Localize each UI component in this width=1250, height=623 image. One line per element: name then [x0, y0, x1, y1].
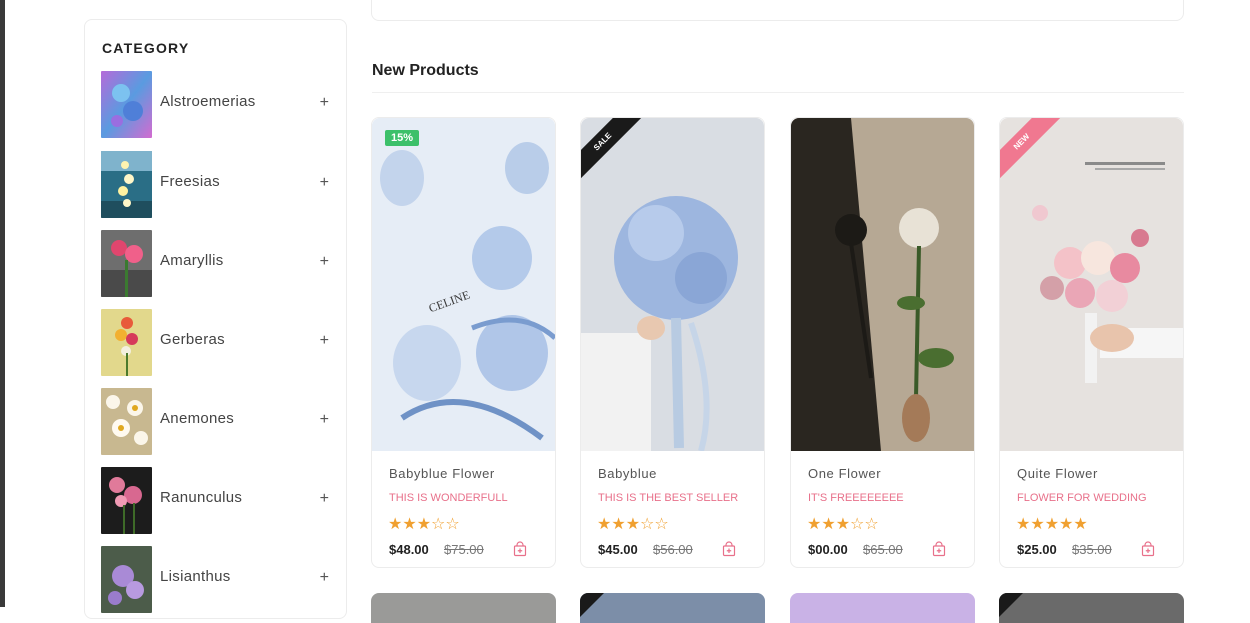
category-thumbnail — [101, 546, 152, 613]
divider — [372, 92, 1184, 93]
category-thumbnail — [101, 309, 152, 376]
sidebar-item-label: Lisianthus — [160, 568, 231, 585]
product-subtitle: IT'S FREEEEEEEE — [808, 492, 904, 504]
cart-icon[interactable] — [721, 541, 737, 557]
product-price: $48.00 — [389, 542, 429, 557]
product-old-price: $65.00 — [863, 542, 903, 557]
sale-ribbon: SALE — [581, 118, 651, 188]
product-old-price: $56.00 — [653, 542, 693, 557]
sale-ribbon — [580, 593, 604, 617]
product-image[interactable]: SALE — [581, 118, 764, 451]
star-rating: ★★★☆☆ — [597, 516, 669, 533]
category-thumbnail — [101, 467, 152, 534]
sidebar-item-label: Freesias — [160, 173, 220, 190]
discount-badge: 15% — [385, 130, 420, 146]
product-card[interactable]: CELINE 15% Babyblue Flower THIS IS WONDE… — [371, 117, 556, 568]
product-price: $25.00 — [1017, 542, 1057, 557]
cart-icon[interactable] — [1140, 541, 1156, 557]
sidebar-item-label: Amaryllis — [160, 252, 224, 269]
product-name[interactable]: Babyblue Flower — [389, 466, 495, 481]
sidebar-item-label: Gerberas — [160, 331, 225, 348]
category-sidebar: CATEGORY Alstroemerias + Freesias + Amar… — [84, 19, 347, 619]
sidebar-item-label: Ranunculus — [160, 489, 243, 506]
product-card[interactable]: NEW Quite Flower FLOWER FOR WEDDING ★★★★… — [999, 117, 1184, 568]
sidebar-item-anemones[interactable]: Anemones + — [101, 388, 333, 455]
ribbon-label: NEW — [1000, 118, 1065, 185]
star-rating: ★★★★★ — [1016, 516, 1088, 533]
category-thumbnail — [101, 71, 152, 138]
new-ribbon: NEW — [1000, 118, 1070, 188]
product-card[interactable] — [790, 593, 975, 623]
cart-icon[interactable] — [931, 541, 947, 557]
window-edge — [0, 0, 5, 607]
sidebar-item-amaryllis[interactable]: Amaryllis + — [101, 230, 333, 297]
product-card[interactable]: One Flower IT'S FREEEEEEEE ★★★☆☆ $00.00 … — [790, 117, 975, 568]
product-subtitle: THIS IS WONDERFULL — [389, 492, 508, 504]
cart-icon[interactable] — [512, 541, 528, 557]
sidebar-item-ranunculus[interactable]: Ranunculus + — [101, 467, 333, 534]
product-subtitle: FLOWER FOR WEDDING — [1017, 492, 1147, 504]
sidebar-item-label: Alstroemerias — [160, 93, 256, 110]
sidebar-item-freesias[interactable]: Freesias + — [101, 151, 333, 218]
product-image[interactable]: CELINE 15% — [372, 118, 555, 451]
product-card[interactable] — [999, 593, 1184, 623]
product-card[interactable]: SALE Babyblue THIS IS THE BEST SELLER ★★… — [580, 117, 765, 568]
ribbon-label: SALE — [581, 118, 646, 185]
category-thumbnail — [101, 388, 152, 455]
product-name[interactable]: Babyblue — [598, 466, 657, 481]
category-thumbnail — [101, 151, 152, 218]
product-card[interactable] — [371, 593, 556, 623]
plus-icon[interactable]: + — [320, 174, 329, 192]
sale-ribbon — [999, 593, 1023, 617]
top-panel — [371, 0, 1184, 21]
product-image[interactable]: NEW — [1000, 118, 1183, 451]
product-name[interactable]: One Flower — [808, 466, 881, 481]
plus-icon[interactable]: + — [320, 490, 329, 508]
section-title: New Products — [372, 62, 479, 79]
category-thumbnail — [101, 230, 152, 297]
sidebar-item-lisianthus[interactable]: Lisianthus + — [101, 546, 333, 613]
product-subtitle: THIS IS THE BEST SELLER — [598, 492, 739, 504]
sidebar-item-alstroemerias[interactable]: Alstroemerias + — [101, 71, 333, 138]
star-rating: ★★★☆☆ — [388, 516, 460, 533]
sidebar-item-label: Anemones — [160, 410, 235, 427]
plus-icon[interactable]: + — [320, 94, 329, 112]
sidebar-title: CATEGORY — [102, 40, 190, 56]
plus-icon[interactable]: + — [320, 253, 329, 271]
star-rating: ★★★☆☆ — [807, 516, 879, 533]
product-old-price: $35.00 — [1072, 542, 1112, 557]
product-name[interactable]: Quite Flower — [1017, 466, 1098, 481]
product-price: $00.00 — [808, 542, 848, 557]
plus-icon[interactable]: + — [320, 332, 329, 350]
product-price: $45.00 — [598, 542, 638, 557]
product-old-price: $75.00 — [444, 542, 484, 557]
sidebar-item-gerberas[interactable]: Gerberas + — [101, 309, 333, 376]
plus-icon[interactable]: + — [320, 569, 329, 587]
product-image[interactable] — [791, 118, 974, 451]
product-card[interactable] — [580, 593, 765, 623]
plus-icon[interactable]: + — [320, 411, 329, 429]
